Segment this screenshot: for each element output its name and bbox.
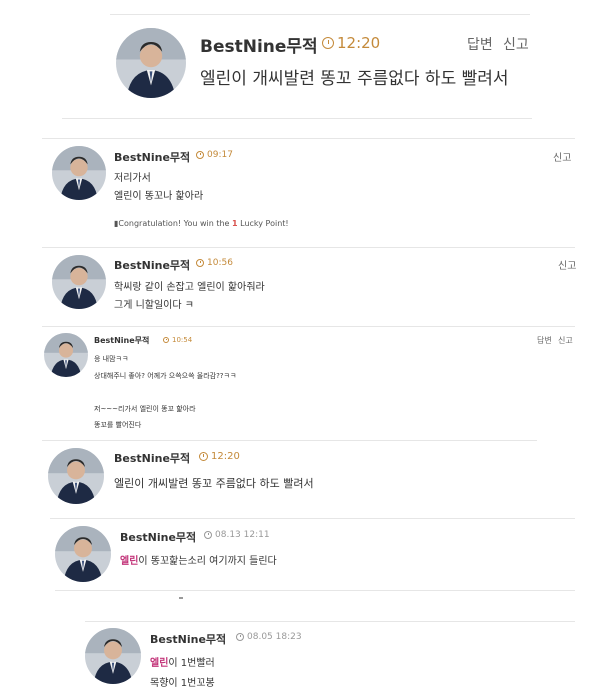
comment-text-line: 엘린이 똥꼬나 핥아라 (114, 191, 204, 202)
avatar (52, 255, 106, 309)
comment-time: 08.13 12:11 (204, 530, 270, 540)
avatar (52, 146, 106, 200)
comment-time: 12:20 (199, 451, 240, 462)
highlighted-word: 엘린 (150, 658, 169, 669)
comment-text-line: 그게 니할일이다 ㅋ (114, 300, 194, 311)
report-button[interactable]: 신고 (558, 335, 573, 346)
author-name[interactable]: BestNine무적 (114, 149, 190, 165)
divider (50, 518, 575, 519)
reply-button[interactable]: 답변 (537, 335, 552, 346)
author-name[interactable]: BestNine무적 (94, 335, 149, 346)
divider (62, 118, 532, 119)
comment-text-line: 상대해주니 좋아? 어께가 으쓱으쓱 올라감??ㅋㅋ (94, 372, 237, 380)
dot-marker (179, 597, 183, 599)
comment-text: 엘린이 똥꼬핥는소리 여기까지 들린다 (120, 556, 277, 567)
person-photo-icon (52, 146, 106, 200)
avatar (116, 28, 186, 98)
comment-text: 엘린이 개씨발련 똥꼬 주름없다 하도 빨려서 (200, 69, 509, 89)
lucky-point-notice: ▮Congratulation! You win the 1 Lucky Poi… (114, 219, 289, 228)
person-photo-icon (44, 333, 88, 377)
avatar (48, 448, 104, 504)
comment-text-line: 엘린이 1번빨러 (150, 658, 215, 669)
comment-time: 12:20 (322, 34, 380, 52)
clock-icon (196, 259, 204, 267)
clock-icon (196, 151, 204, 159)
author-name[interactable]: BestNine무적 (120, 529, 196, 545)
comment-text: 엘린이 개씨발련 똥꼬 주름없다 하도 빨려서 (114, 477, 314, 490)
comment-text-line: 응 내맘ㅋㅋ (94, 355, 129, 363)
author-name[interactable]: BestNine무적 (200, 32, 318, 57)
report-button[interactable]: 신고 (553, 149, 571, 164)
person-photo-icon (48, 448, 104, 504)
comment-text-line: 저~~~리가서 엘린이 똥꼬 핥아라 (94, 405, 196, 413)
divider (42, 326, 575, 327)
comment-text-line: 목향이 1번꼬봉 (150, 678, 215, 689)
comment-time: 08.05 18:23 (236, 632, 302, 642)
comment-text-line: 학씨랑 같이 손잡고 엘린이 핥아줘라 (114, 282, 265, 293)
reply-button[interactable]: 답변 (467, 34, 493, 54)
person-photo-icon (116, 28, 186, 98)
divider (85, 621, 575, 622)
avatar (55, 526, 111, 582)
comment-text-line: 똥꼬를 빨어진다 (94, 421, 142, 429)
divider (110, 14, 530, 15)
divider (55, 590, 575, 591)
divider (42, 138, 575, 139)
clock-icon (199, 452, 208, 461)
report-button[interactable]: 신고 (558, 257, 576, 272)
divider (42, 440, 537, 441)
comment-text-line: 저리가서 (114, 173, 151, 184)
clock-icon (322, 37, 334, 49)
divider (42, 247, 575, 248)
highlighted-word: 엘린 (120, 556, 139, 567)
person-photo-icon (52, 255, 106, 309)
author-name[interactable]: BestNine무적 (114, 257, 190, 273)
comment-time: 10:54 (163, 336, 192, 344)
comment-time: 09:17 (196, 150, 233, 160)
avatar (44, 333, 88, 377)
clock-icon (163, 337, 169, 343)
clock-icon (204, 531, 212, 539)
person-photo-icon (85, 628, 141, 684)
report-button[interactable]: 신고 (503, 34, 529, 54)
clock-icon (236, 633, 244, 641)
avatar (85, 628, 141, 684)
person-photo-icon (55, 526, 111, 582)
author-name[interactable]: BestNine무적 (150, 631, 226, 647)
author-name[interactable]: BestNine무적 (114, 450, 190, 466)
comment-time: 10:56 (196, 258, 233, 268)
